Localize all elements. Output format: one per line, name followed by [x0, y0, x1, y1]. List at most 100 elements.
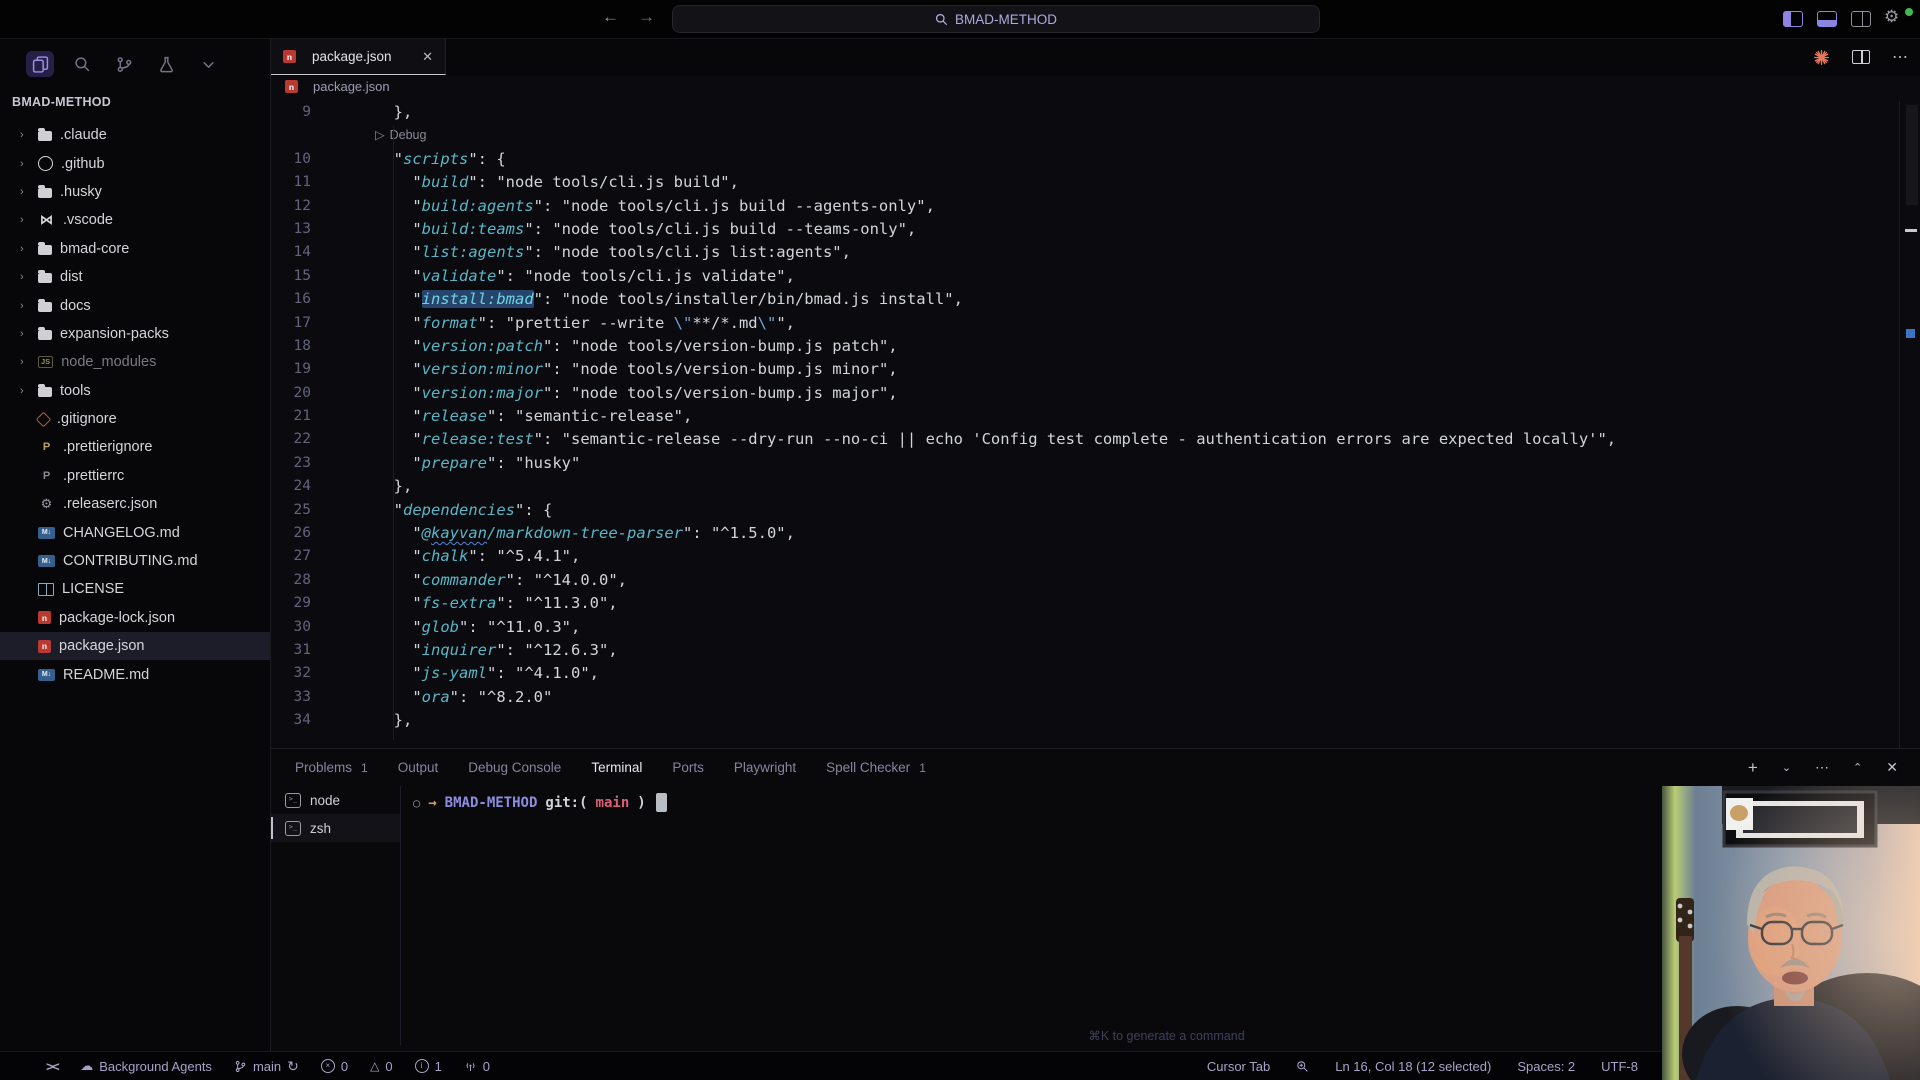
status-cursor-tab[interactable]: Cursor Tab [1207, 1059, 1270, 1074]
codelens-line: ▷ Debug [271, 124, 1920, 147]
line-number: 31 [293, 641, 311, 658]
tree-item-expansion-packs[interactable]: › expansion-packs [0, 320, 270, 348]
panel-tab-ports[interactable]: Ports [672, 760, 704, 775]
status-spaces-2[interactable]: Spaces: 2 [1517, 1059, 1575, 1074]
forward-arrow-icon[interactable]: → [638, 7, 655, 27]
tree-item-contributing-md[interactable]: M↓ CONTRIBUTING.md [0, 547, 270, 575]
chevron-down-icon[interactable] [194, 51, 222, 77]
line-number: 11 [293, 174, 311, 191]
editor-group: n package.json ✕ ⋯ n package.json 9}, ▷… [271, 39, 1920, 748]
tab-package-json[interactable]: n package.json ✕ [271, 39, 446, 75]
file-label: dist [60, 269, 83, 286]
git-icon [35, 411, 52, 427]
tree-item-license[interactable]: LICENSE [0, 575, 270, 603]
tree-item--claude[interactable]: › .claude [0, 121, 270, 149]
close-panel-icon[interactable]: ✕ [1886, 759, 1898, 776]
status-ln-16-col-18-12-selected-[interactable]: Ln 16, Col 18 (12 selected) [1335, 1059, 1491, 1074]
project-name: BMAD-METHOD [955, 11, 1057, 27]
status-0[interactable]: 0 [464, 1059, 490, 1074]
tree-item--releaserc-json[interactable]: ⚙ .releaserc.json [0, 490, 270, 518]
beaker-icon[interactable] [152, 51, 180, 77]
tree-item-dist[interactable]: › dist [0, 263, 270, 291]
panel-tab-debug-console[interactable]: Debug Console [468, 760, 561, 775]
tree-item-tools[interactable]: › tools [0, 377, 270, 405]
breadcrumb[interactable]: n package.json [285, 79, 390, 94]
tree-item-package-json[interactable]: n package.json [0, 632, 270, 661]
settings-gear-icon[interactable]: ⚙ [1884, 7, 1899, 27]
code-line-28: 28 "commander": "^14.0.0", [271, 569, 1920, 592]
zoom-icon [1297, 1060, 1308, 1072]
scrollbar-thumb[interactable] [1906, 105, 1918, 205]
tab-close-icon[interactable]: ✕ [422, 49, 433, 65]
split-editor-icon[interactable] [1852, 50, 1870, 64]
panel-tab-terminal[interactable]: Terminal [591, 760, 642, 775]
maximize-panel-icon[interactable]: ⌃ [1853, 761, 1862, 774]
tree-item--github[interactable]: › .github [0, 149, 270, 177]
breadcrumb-file: package.json [313, 79, 390, 94]
terminal-session-zsh[interactable]: >_ zsh [271, 814, 400, 842]
files-icon[interactable] [26, 51, 54, 77]
line-number: 25 [293, 501, 311, 518]
overview-ruler-selection-mark [1906, 329, 1915, 338]
md-icon: M↓ [38, 555, 55, 568]
file-label: package.json [59, 638, 145, 655]
tree-item--vscode[interactable]: › ⋈ .vscode [0, 206, 270, 234]
line-number: 22 [293, 431, 311, 448]
status-0[interactable]: △ 0 [370, 1059, 392, 1074]
status-0[interactable]: × 0 [320, 1059, 348, 1074]
status-1[interactable]: i1 [414, 1059, 442, 1074]
file-label: .husky [60, 183, 102, 200]
toggle-secondary-sidebar-icon[interactable] [1851, 11, 1871, 27]
code-line-34: 34 }, [271, 709, 1920, 732]
tree-item--prettierignore[interactable]: P .prettierignore [0, 433, 270, 461]
status-utf-8[interactable]: UTF-8 [1601, 1059, 1638, 1074]
terminal-dropdown-icon[interactable]: ⌄ [1782, 761, 1791, 774]
status-remote[interactable]: >< [46, 1059, 60, 1074]
broadcast-icon [466, 1062, 475, 1071]
tree-item-docs[interactable]: › docs [0, 291, 270, 319]
code-line-11: 11 "build": "node tools/cli.js build", [271, 171, 1920, 194]
toggle-panel-icon[interactable] [1817, 11, 1837, 27]
editor-scrollbar[interactable] [1899, 101, 1920, 748]
status-background-agents[interactable]: ☁ Background Agents [80, 1058, 212, 1074]
panel-tab-problems[interactable]: Problems 1 [295, 760, 368, 775]
file-label: .prettierrc [63, 467, 125, 484]
toggle-primary-sidebar-icon[interactable] [1783, 11, 1803, 27]
explorer-sidebar: BMAD-METHOD › .claude › .github › .husky › ⋈ .vs… [0, 39, 271, 1052]
command-center-search[interactable]: BMAD-METHOD [672, 5, 1320, 33]
code-line-12: 12 "build:agents": "node tools/cli.js bu… [271, 195, 1920, 218]
tree-item-package-lock-json[interactable]: n package-lock.json [0, 604, 270, 632]
code-editor[interactable]: 9 }, ▷ Debug 10 "scripts": {11 "build": "no… [271, 101, 1920, 748]
more-actions-icon[interactable]: ⋯ [1892, 47, 1908, 67]
vscode-icon: ⋈ [40, 212, 53, 228]
chevron-right-icon: › [20, 185, 24, 198]
new-terminal-icon[interactable]: + [1748, 758, 1758, 778]
file-label: node_modules [61, 354, 157, 371]
cursor-ai-starburst-icon[interactable] [1813, 49, 1830, 66]
tree-item-changelog-md[interactable]: M↓ CHANGELOG.md [0, 518, 270, 546]
panel-tab-playwright[interactable]: Playwright [734, 760, 796, 775]
explorer-root-label: BMAD-METHOD [12, 95, 112, 109]
panel-tab-output[interactable]: Output [398, 760, 439, 775]
status-main[interactable]: main ↻ [234, 1058, 299, 1075]
line-number: 26 [293, 525, 311, 542]
tree-item-readme-md[interactable]: M↓ README.md [0, 660, 270, 688]
chevron-right-icon: › [20, 271, 24, 284]
source-control-icon[interactable] [110, 51, 138, 77]
terminal-session-node[interactable]: >_ node [271, 786, 400, 814]
code-line-24: 24 }, [271, 475, 1920, 498]
tree-item--husky[interactable]: › .husky [0, 178, 270, 206]
back-arrow-icon[interactable]: ← [602, 7, 619, 27]
search-icon[interactable] [68, 51, 96, 77]
folder-icon [38, 270, 52, 284]
code-line-17: 17 "format": "prettier --write \"**/*.md… [271, 312, 1920, 335]
debug-codelens[interactable]: ▷ Debug [323, 124, 426, 147]
tree-item--gitignore[interactable]: .gitignore [0, 405, 270, 433]
status-zoom[interactable] [1296, 1060, 1309, 1073]
tree-item--prettierrc[interactable]: P .prettierrc [0, 462, 270, 490]
panel-tab-spell-checker[interactable]: Spell Checker 1 [826, 760, 926, 775]
tree-item-bmad-core[interactable]: › bmad-core [0, 235, 270, 263]
line-number: 29 [293, 595, 311, 612]
tree-item-node-modules[interactable]: › JS node_modules [0, 348, 270, 376]
panel-more-icon[interactable]: ⋯ [1815, 759, 1829, 776]
